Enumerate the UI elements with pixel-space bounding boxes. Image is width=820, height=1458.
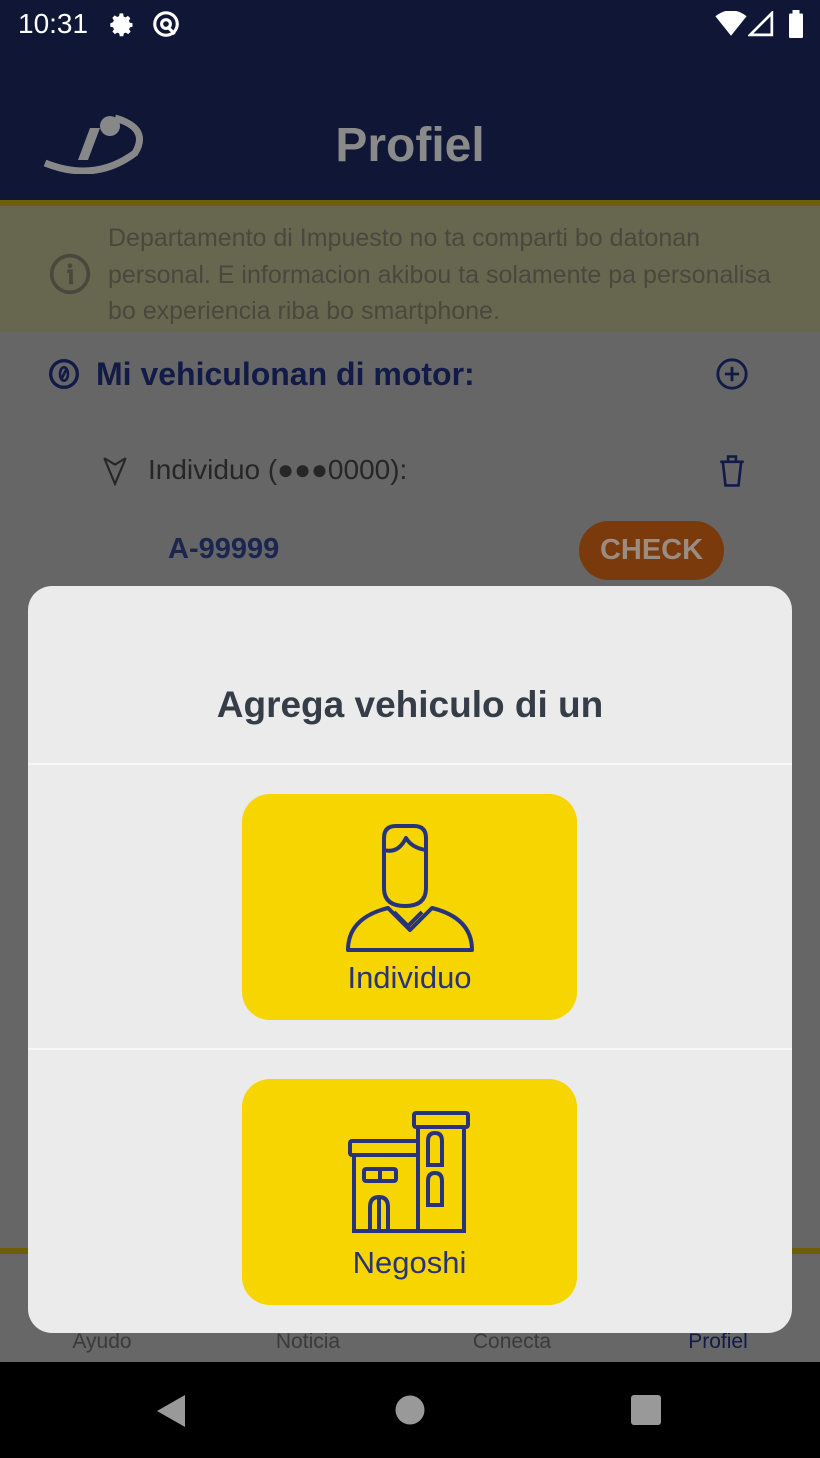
system-nav-bar (0, 1362, 820, 1458)
page-title: Profiel (335, 119, 485, 172)
status-time: 10:31 (18, 8, 89, 39)
trash-icon[interactable] (716, 454, 748, 488)
info-icon (49, 253, 91, 295)
info-banner: Departamento di Impuesto no ta comparti … (0, 206, 820, 332)
wifi-icon (715, 11, 747, 36)
building-icon (347, 1111, 470, 1233)
at-sign-icon (153, 11, 179, 37)
add-vehicle-dialog: Agrega vehiculo di un Individuo Negoshi (28, 586, 792, 1333)
vehicle-group-label: Individuo (●●●0000): (148, 454, 408, 485)
nav-item-conecta[interactable]: Conecta (442, 1330, 582, 1354)
nav-item-profiel[interactable]: Profiel (648, 1330, 788, 1354)
gear-icon (110, 13, 133, 37)
dialog-divider (28, 1048, 792, 1050)
dialog-title: Agrega vehiculo di un (216, 684, 604, 725)
option-negoshi[interactable]: Negoshi (242, 1079, 577, 1305)
option-individuo[interactable]: Individuo (242, 794, 577, 1020)
check-button[interactable]: CHECK (579, 521, 724, 580)
signal-icon (748, 11, 774, 37)
status-bar: 10:31 (0, 0, 820, 50)
add-vehicle-icon[interactable] (715, 357, 749, 391)
collapse-arrow-icon[interactable] (102, 456, 128, 486)
recents-icon[interactable] (631, 1395, 661, 1425)
nav-item-noticia[interactable]: Noticia (238, 1330, 378, 1354)
app-header: Profiel (0, 50, 820, 200)
person-icon (345, 824, 474, 952)
info-text: Departamento di Impuesto no ta comparti … (108, 224, 771, 325)
battery-icon (789, 10, 803, 38)
home-icon[interactable] (395, 1395, 425, 1425)
nav-item-ayudo[interactable]: Ayudo (32, 1330, 172, 1354)
option-label: Negoshi (352, 1245, 467, 1280)
no-entry-icon (49, 359, 79, 389)
vehicle-plate[interactable]: A-99999 (168, 533, 279, 566)
back-icon[interactable] (156, 1394, 186, 1428)
vehicles-section-title: Mi vehiculonan di motor: (96, 356, 475, 392)
dialog-divider (28, 763, 792, 765)
option-label: Individuo (347, 960, 472, 995)
